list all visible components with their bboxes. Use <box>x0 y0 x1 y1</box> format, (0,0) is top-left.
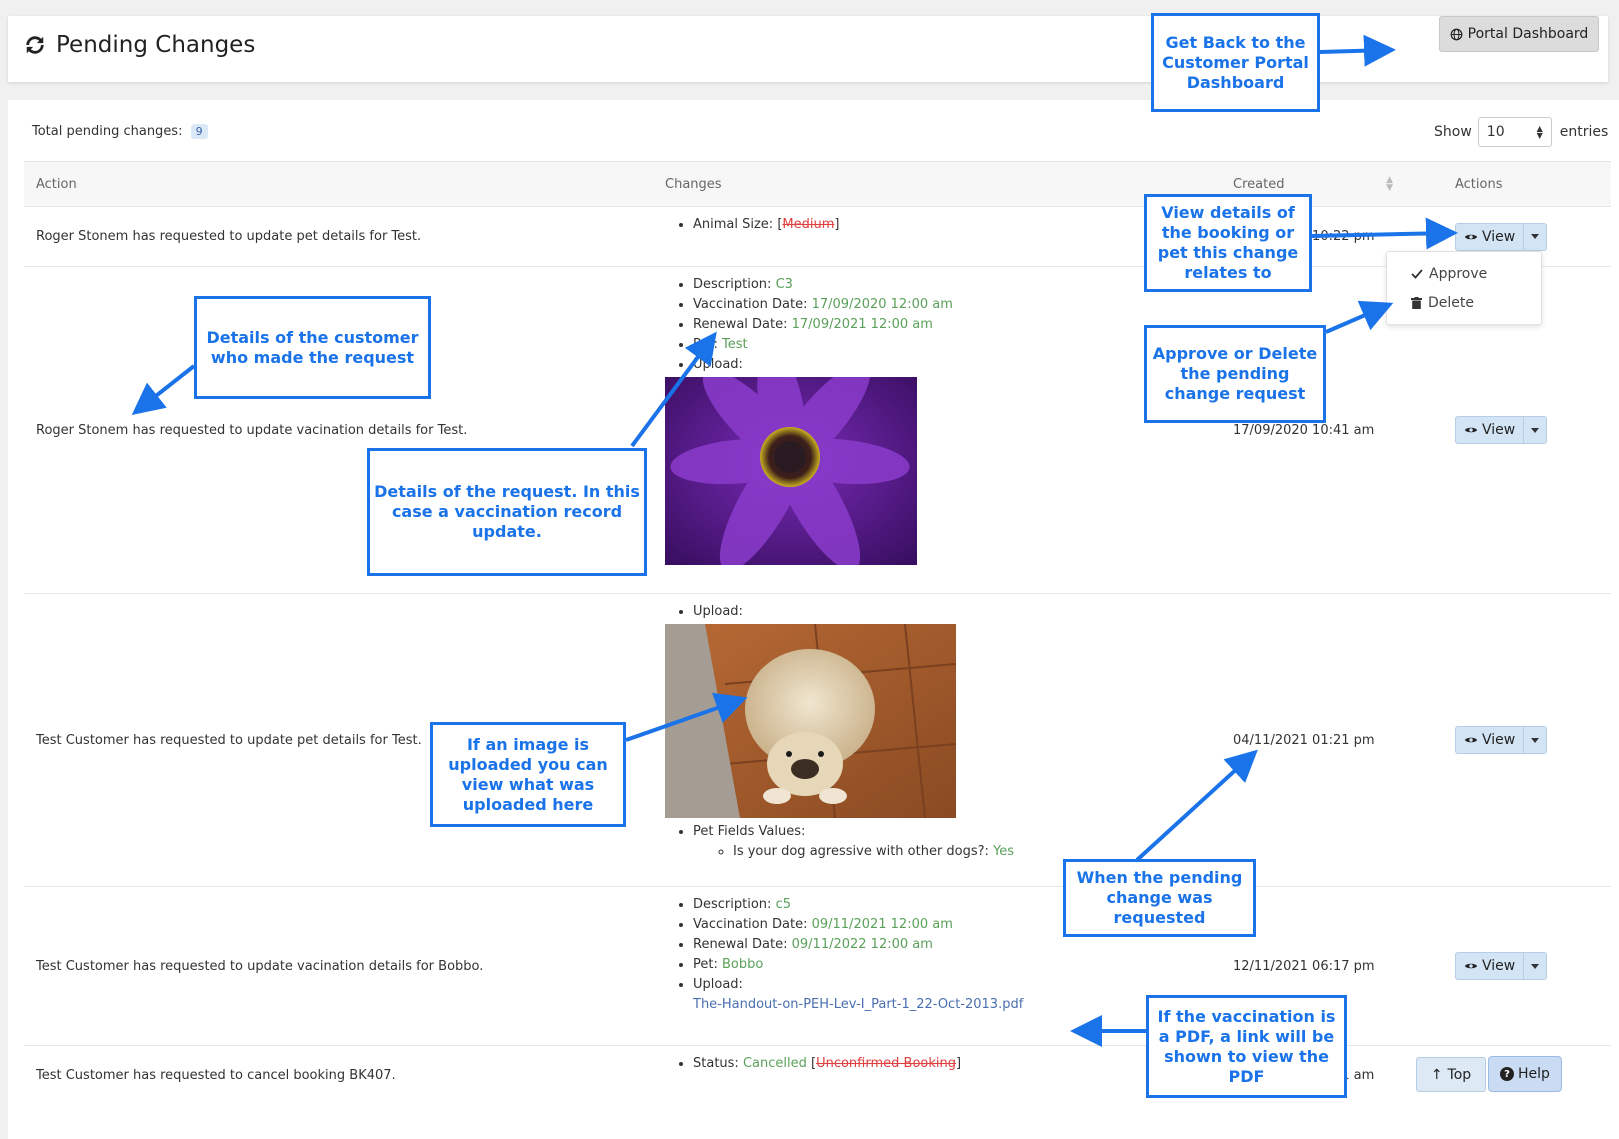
arrow-approve <box>1325 300 1394 334</box>
annotation-created: When the pending change was requested <box>1063 859 1256 937</box>
annotation-portal: Get Back to the Customer Portal Dashboar… <box>1151 13 1320 112</box>
arrow-view <box>1311 217 1458 250</box>
scroll-top-button[interactable]: ↑ Top <box>1416 1057 1486 1092</box>
arrow-portal <box>1319 34 1396 67</box>
arrow-request <box>630 331 717 448</box>
annotation-customer: Details of the customer who made the req… <box>194 296 431 399</box>
top-label: Top <box>1447 1066 1472 1083</box>
annotation-approve: Approve or Delete the pending change req… <box>1144 325 1326 423</box>
help-button[interactable]: ? Help <box>1488 1056 1562 1092</box>
annotation-image: If an image is uploaded you can view wha… <box>430 722 626 827</box>
question-icon: ? <box>1500 1067 1515 1081</box>
arrow-customer <box>131 364 196 415</box>
annotation-view: View details of the booking or pet this … <box>1144 194 1312 292</box>
arrow-created <box>1135 749 1258 862</box>
arrow-up-icon: ↑ <box>1430 1066 1443 1083</box>
help-label: Help <box>1518 1066 1550 1082</box>
annotation-pdf: If the vaccination is a PDF, a link will… <box>1146 995 1347 1098</box>
annotation-arrows <box>131 34 1458 1047</box>
annotation-request: Details of the request. In this case a v… <box>367 448 647 576</box>
arrow-image <box>625 692 748 742</box>
